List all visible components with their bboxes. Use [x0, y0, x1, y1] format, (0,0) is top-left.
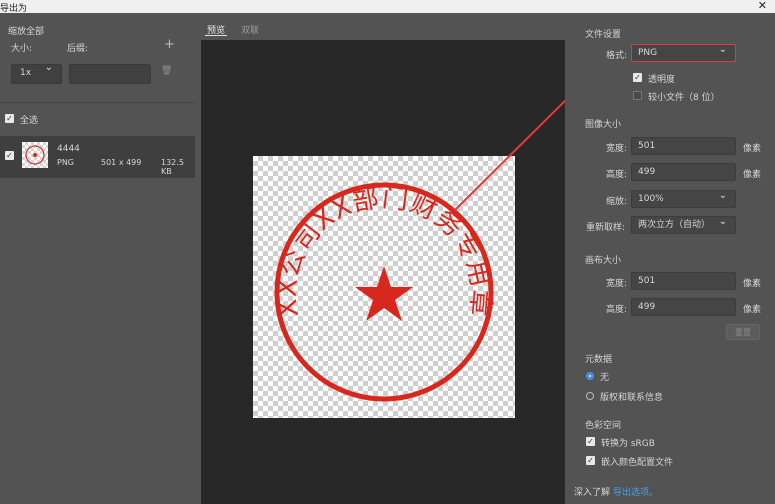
width-label: 宽度:: [606, 144, 628, 154]
transparency-checkbox[interactable]: ✓: [633, 73, 642, 82]
height-value: 499: [638, 167, 656, 177]
canvas-height-unit: 像素: [743, 305, 762, 315]
meta-none-label: 无: [600, 373, 610, 383]
transparency-label: 透明度: [648, 75, 676, 85]
width-input[interactable]: 501: [631, 137, 736, 155]
canvas-size-heading: 画布大小: [585, 256, 622, 266]
smaller-file-checkbox[interactable]: [633, 91, 642, 100]
resample-dropdown[interactable]: 两次立方（自动）: [631, 214, 736, 234]
width-unit: 像素: [743, 144, 762, 154]
scale-dropdown[interactable]: 100%: [631, 188, 736, 208]
embed-profile-label: 嵌入颜色配置文件: [601, 458, 674, 468]
meta-copyright-label: 版权和联系信息: [600, 393, 664, 403]
format-label: 格式:: [606, 51, 628, 61]
smaller-file-label: 较小文件（8 位）: [648, 93, 720, 103]
height-label: 高度:: [606, 170, 628, 180]
scale-label: 缩放:: [606, 197, 628, 207]
canvas-height-value: 499: [638, 302, 656, 312]
reset-button[interactable]: 重置: [726, 324, 760, 340]
canvas-width-value: 501: [638, 276, 656, 286]
format-select[interactable]: PNG: [631, 42, 736, 62]
scale-dropdown-value: 100%: [638, 194, 664, 204]
convert-srgb-checkbox[interactable]: ✓: [586, 437, 595, 446]
height-unit: 像素: [743, 170, 762, 180]
resample-label: 重新取样:: [586, 223, 626, 233]
format-value: PNG: [638, 48, 658, 58]
meta-copyright-radio[interactable]: [586, 392, 594, 400]
canvas-height-input[interactable]: 499: [631, 298, 736, 316]
meta-none-radio[interactable]: [586, 372, 594, 380]
color-space-heading: 色彩空间: [585, 421, 622, 431]
image-size-heading: 图像大小: [585, 120, 622, 130]
width-value: 501: [638, 141, 656, 151]
canvas-width-label: 宽度:: [606, 279, 628, 289]
canvas-width-input[interactable]: 501: [631, 272, 736, 290]
resample-value: 两次立方（自动）: [638, 220, 711, 230]
metadata-heading: 元数据: [585, 355, 613, 365]
height-input[interactable]: 499: [631, 163, 736, 181]
canvas-height-label: 高度:: [606, 305, 628, 315]
embed-profile-checkbox[interactable]: ✓: [586, 456, 595, 465]
convert-srgb-label: 转换为 sRGB: [601, 439, 655, 449]
learn-more-link[interactable]: 导出选项。: [613, 485, 658, 498]
canvas-width-unit: 像素: [743, 279, 762, 289]
learn-more-prefix: 深入了解: [574, 488, 611, 498]
file-settings-heading: 文件设置: [585, 30, 622, 40]
